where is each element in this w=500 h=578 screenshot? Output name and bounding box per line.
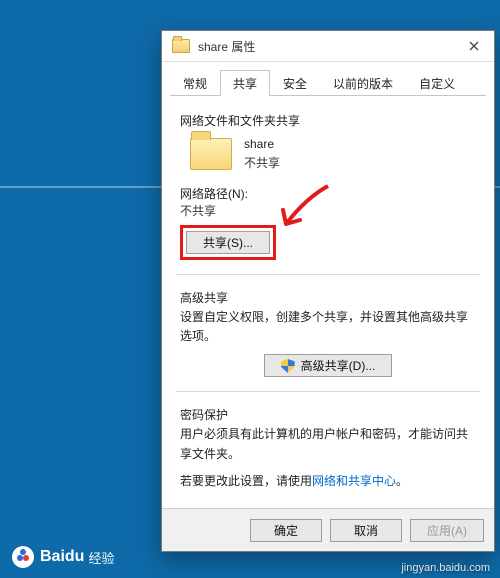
network-path-value: 不共享 <box>180 202 476 219</box>
baidu-sub: 经验 <box>88 548 114 567</box>
watermark-url: jingyan.baidu.com <box>401 562 490 574</box>
properties-dialog: share 属性 常规 共享 安全 以前的版本 自定义 网络文件和文件夹共享 s… <box>161 30 495 552</box>
highlight-annotation: 共享(S)... <box>180 225 276 260</box>
network-sharing-section: 网络文件和文件夹共享 share 不共享 网络路径(N): 不共享 共享(S).… <box>176 106 480 272</box>
network-path-label: 网络路径(N): <box>180 185 476 202</box>
ok-button[interactable]: 确定 <box>250 519 322 542</box>
advanced-sharing-button-label: 高级共享(D)... <box>301 357 376 374</box>
password-protection-heading: 密码保护 <box>180 406 476 423</box>
network-sharing-center-link[interactable]: 网络和共享中心 <box>312 474 396 488</box>
share-status: 不共享 <box>244 154 280 171</box>
dialog-body: 网络文件和文件夹共享 share 不共享 网络路径(N): 不共享 共享(S).… <box>162 96 494 511</box>
advanced-sharing-button[interactable]: 高级共享(D)... <box>264 354 393 377</box>
share-button[interactable]: 共享(S)... <box>186 231 270 254</box>
advanced-sharing-section: 高级共享 设置自定义权限，创建多个共享，并设置其他高级共享选项。 高级共享(D)… <box>176 283 480 389</box>
baidu-name: Baidu <box>40 548 84 566</box>
password-protection-p2: 若要更改此设置，请使用网络和共享中心。 <box>180 472 476 491</box>
password-protection-p1: 用户必须具有此计算机的用户帐户和密码，才能访问共享文件夹。 <box>180 425 476 463</box>
folder-large-icon <box>190 138 232 170</box>
tab-general[interactable]: 常规 <box>170 70 220 96</box>
divider <box>176 391 480 392</box>
share-name: share <box>244 137 280 151</box>
baidu-paw-icon <box>12 546 34 568</box>
close-icon <box>469 41 479 51</box>
divider <box>176 274 480 275</box>
password-protection-section: 密码保护 用户必须具有此计算机的用户帐户和密码，才能访问共享文件夹。 若要更改此… <box>176 400 480 511</box>
folder-icon <box>172 39 190 53</box>
tab-strip: 常规 共享 安全 以前的版本 自定义 <box>162 62 494 96</box>
advanced-sharing-heading: 高级共享 <box>180 289 476 306</box>
desktop-background: share 属性 常规 共享 安全 以前的版本 自定义 网络文件和文件夹共享 s… <box>0 0 500 578</box>
dialog-footer: 确定 取消 应用(A) <box>162 508 494 551</box>
password-protection-p2b: 。 <box>396 474 408 488</box>
close-button[interactable] <box>454 31 494 61</box>
network-sharing-heading: 网络文件和文件夹共享 <box>180 112 476 129</box>
shield-icon <box>281 359 295 373</box>
tab-custom[interactable]: 自定义 <box>406 70 468 96</box>
password-protection-p2a: 若要更改此设置，请使用 <box>180 474 312 488</box>
tab-sharing[interactable]: 共享 <box>220 70 270 96</box>
tab-security[interactable]: 安全 <box>270 70 320 96</box>
window-title: share 属性 <box>198 38 255 55</box>
baidu-logo: Baidu 经验 <box>12 546 114 568</box>
advanced-sharing-desc: 设置自定义权限，创建多个共享，并设置其他高级共享选项。 <box>180 308 476 346</box>
titlebar[interactable]: share 属性 <box>162 31 494 62</box>
tab-previous-versions[interactable]: 以前的版本 <box>320 70 406 96</box>
apply-button[interactable]: 应用(A) <box>410 519 484 542</box>
cancel-button[interactable]: 取消 <box>330 519 402 542</box>
